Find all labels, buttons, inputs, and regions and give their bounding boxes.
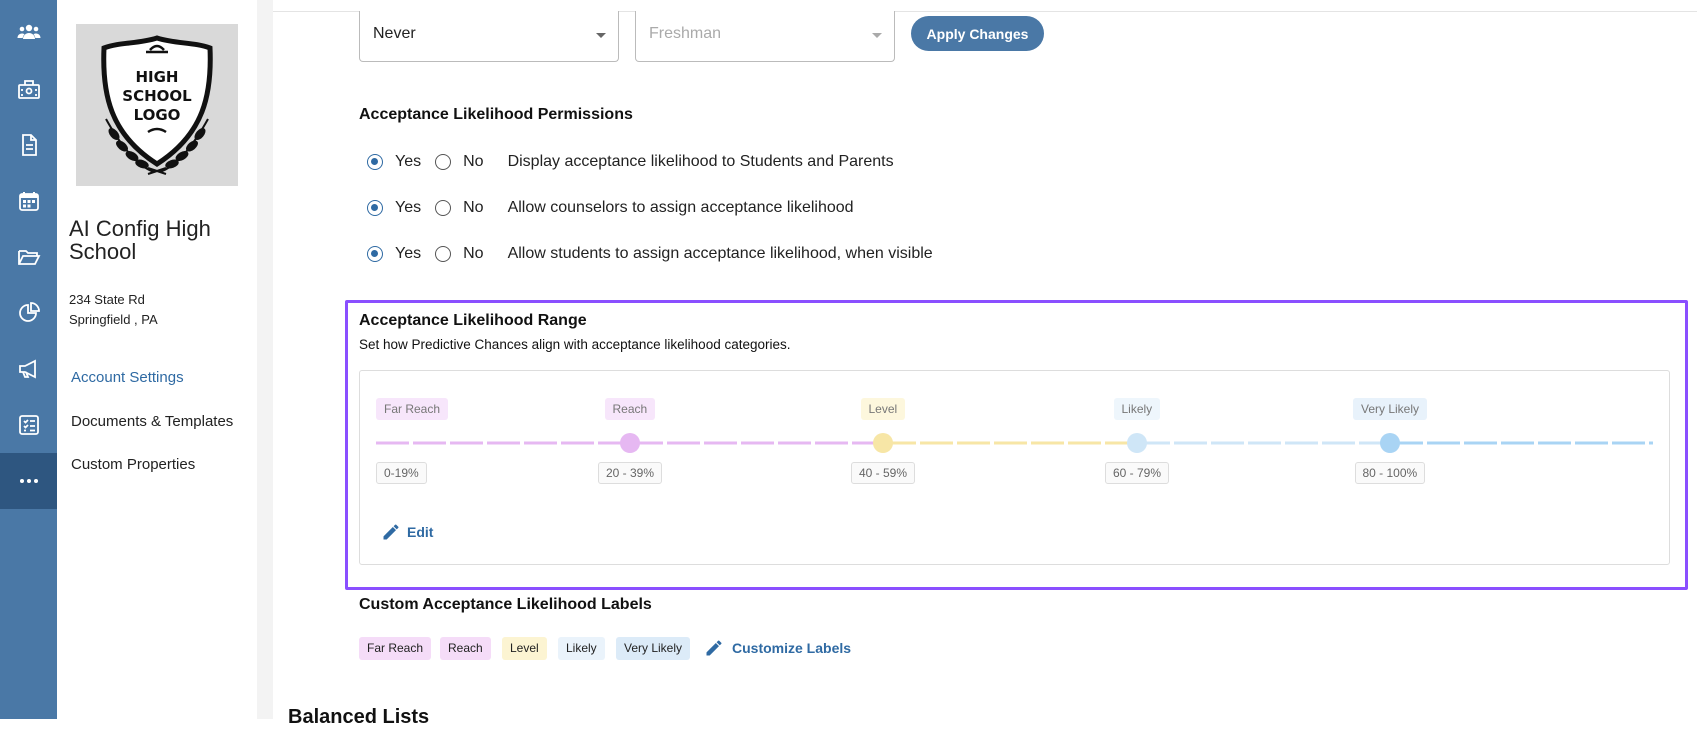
- yes-label: Yes: [395, 245, 422, 262]
- no-radio[interactable]: [435, 200, 452, 216]
- frequency-select-value: Never: [373, 25, 416, 42]
- range-category-tag: Likely: [1113, 398, 1161, 420]
- folder-icon[interactable]: [0, 229, 57, 285]
- school-address-line1: 234 State Rd: [69, 292, 145, 307]
- yes-label: Yes: [395, 199, 422, 216]
- no-label: No: [463, 153, 484, 170]
- school-name: AI Config High School: [69, 216, 211, 264]
- permissions-title: Acceptance Likelihood Permissions: [359, 106, 633, 123]
- yes-radio[interactable]: [367, 200, 383, 216]
- custom-labels-title: Custom Acceptance Likelihood Labels: [359, 596, 652, 613]
- yes-label: Yes: [395, 153, 422, 170]
- permission-row: Yes No Allow students to assign acceptan…: [367, 243, 933, 265]
- pencil-icon: [706, 640, 722, 656]
- range-percent-label: 60 - 79%: [1105, 462, 1170, 484]
- range-subtitle: Set how Predictive Chances align with ac…: [359, 337, 791, 352]
- range-percent-label: 40 - 59%: [851, 462, 916, 484]
- permission-description: Allow counselors to assign acceptance li…: [507, 199, 854, 216]
- apply-changes-button[interactable]: Apply Changes: [911, 16, 1044, 51]
- sidebar-item-account-settings[interactable]: Account Settings: [71, 369, 184, 386]
- range-handle[interactable]: [1127, 433, 1147, 453]
- no-label: No: [463, 245, 484, 262]
- edit-label: Edit: [407, 524, 434, 540]
- range-handle[interactable]: [873, 433, 893, 453]
- label-chip-very-likely: Very Likely: [616, 637, 691, 660]
- checklist-icon[interactable]: [0, 397, 57, 453]
- users-icon[interactable]: [0, 4, 57, 60]
- no-radio[interactable]: [435, 246, 452, 262]
- chevron-down-icon: [596, 33, 606, 38]
- range-percent-label: 20 - 39%: [598, 462, 663, 484]
- pencil-icon: [383, 524, 399, 540]
- school-address-line2: Springfield , PA: [69, 312, 158, 327]
- no-label: No: [463, 199, 484, 216]
- range-title: Acceptance Likelihood Range: [359, 312, 587, 329]
- range-category-tag: Far Reach: [376, 398, 449, 420]
- label-chip-far-reach: Far Reach: [359, 637, 432, 660]
- range-percent-label: 0-19%: [376, 462, 427, 484]
- sidebar-item-custom-properties[interactable]: Custom Properties: [71, 456, 195, 473]
- label-chip-reach: Reach: [440, 637, 491, 660]
- range-percent-label: 80 - 100%: [1354, 462, 1426, 484]
- more-icon[interactable]: [0, 453, 57, 509]
- school-logo: HIGH SCHOOL LOGO: [76, 24, 238, 186]
- permission-description: Display acceptance likelihood to Student…: [507, 153, 894, 170]
- label-chip-level: Level: [502, 637, 547, 660]
- grade-select-value: Freshman: [649, 25, 722, 42]
- megaphone-icon[interactable]: [0, 341, 57, 397]
- permission-row: Yes No Allow counselors to assign accept…: [367, 197, 854, 219]
- chevron-down-icon: [872, 33, 882, 38]
- logo-text: HIGH SCHOOL LOGO: [122, 68, 192, 124]
- icon-rail: [0, 0, 57, 719]
- range-handle[interactable]: [620, 433, 640, 453]
- range-slider[interactable]: [360, 371, 1671, 566]
- range-category-tag: Level: [860, 398, 906, 420]
- yes-radio[interactable]: [367, 154, 383, 170]
- edit-range-button[interactable]: Edit: [381, 521, 433, 543]
- no-radio[interactable]: [435, 154, 452, 170]
- frequency-select[interactable]: Never: [359, 11, 619, 62]
- customize-labels-button[interactable]: Customize Labels: [704, 636, 851, 660]
- range-category-tag: Reach: [604, 398, 656, 420]
- sidebar-item-documents-templates[interactable]: Documents & Templates: [71, 413, 233, 430]
- range-handle[interactable]: [1380, 433, 1400, 453]
- permission-description: Allow students to assign acceptance like…: [507, 245, 933, 262]
- range-card: Far Reach 0-19% Reach 20 - 39% Level 40 - 59%…: [359, 370, 1670, 565]
- balanced-lists-title: Balanced Lists: [288, 706, 430, 728]
- customize-labels-label: Customize Labels: [732, 640, 852, 656]
- label-chip-likely: Likely: [558, 637, 605, 660]
- school-icon[interactable]: [0, 61, 57, 117]
- yes-radio[interactable]: [367, 246, 383, 262]
- document-icon[interactable]: [0, 117, 57, 173]
- panel-divider: [257, 0, 273, 719]
- calendar-icon[interactable]: [0, 173, 57, 229]
- permission-row: Yes No Display acceptance likelihood to …: [367, 151, 894, 173]
- range-category-tag: Very Likely: [1353, 398, 1428, 420]
- grade-select[interactable]: Freshman: [635, 11, 895, 62]
- pie-chart-icon[interactable]: [0, 285, 57, 341]
